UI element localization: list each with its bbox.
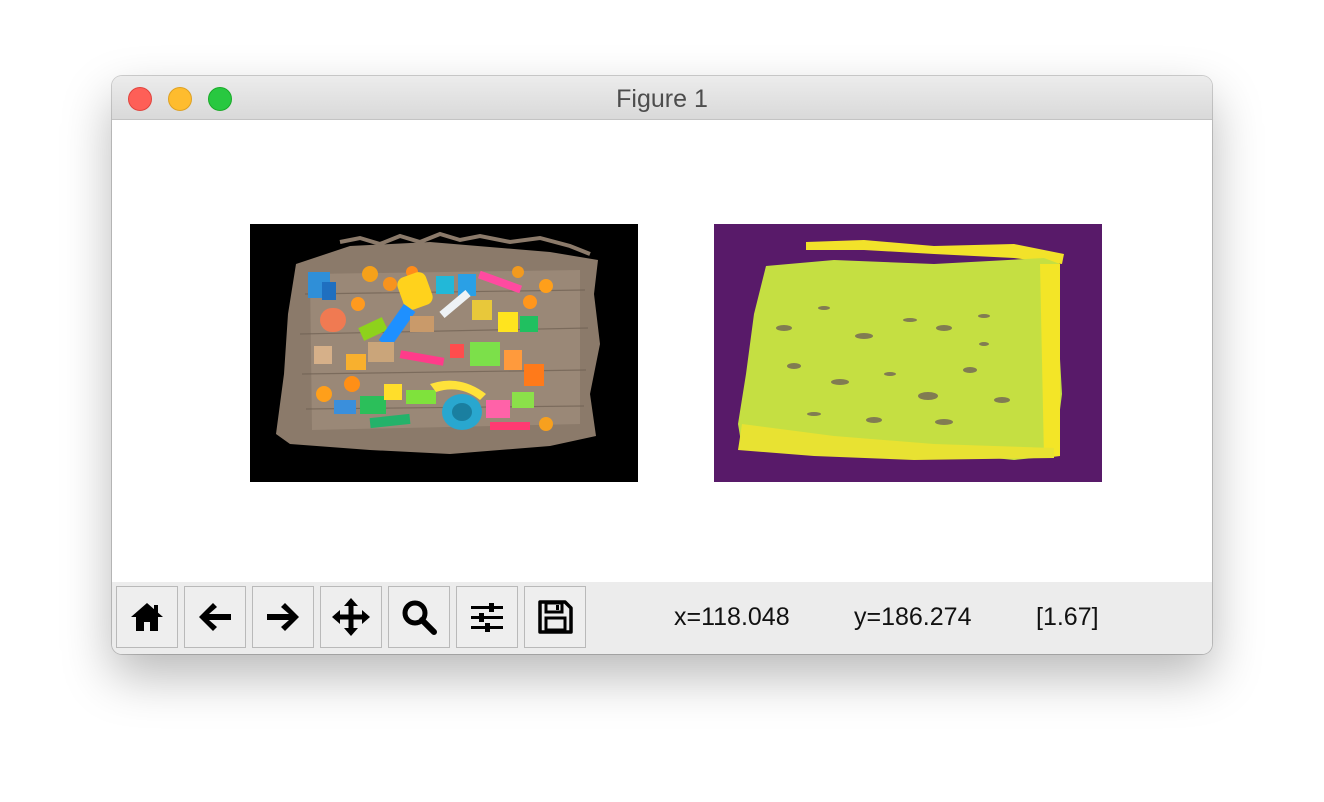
close-button[interactable] xyxy=(128,87,152,111)
title-bar[interactable]: Figure 1 xyxy=(112,76,1212,120)
magnifier-icon xyxy=(402,600,437,635)
save-button[interactable] xyxy=(524,586,586,648)
figure-window: Figure 1 x=118.048 y=186.274 [1.67] xyxy=(112,76,1212,654)
back-button[interactable] xyxy=(184,586,246,648)
home-button[interactable] xyxy=(116,586,178,648)
y-coordinate-readout: y=186.274 xyxy=(854,603,972,631)
forward-button[interactable] xyxy=(252,586,314,648)
depth-image xyxy=(714,224,1102,482)
figure-canvas[interactable] xyxy=(112,120,1212,582)
floppy-disk-icon xyxy=(538,600,573,634)
navigation-toolbar: x=118.048 y=186.274 [1.67] xyxy=(112,582,1212,654)
x-coordinate-readout: x=118.048 xyxy=(674,603,790,631)
move-arrows-icon xyxy=(332,598,370,636)
fullscreen-button[interactable] xyxy=(208,87,232,111)
depth-image-axes[interactable] xyxy=(714,224,1102,482)
rgb-image xyxy=(250,224,638,482)
arrow-right-icon xyxy=(267,603,299,631)
minimize-button[interactable] xyxy=(168,87,192,111)
configure-subplots-button[interactable] xyxy=(456,586,518,648)
home-icon xyxy=(131,603,163,631)
pan-button[interactable] xyxy=(320,586,382,648)
zoom-button[interactable] xyxy=(388,586,450,648)
sliders-icon xyxy=(471,603,503,632)
arrow-left-icon xyxy=(199,603,231,631)
rgb-image-axes[interactable] xyxy=(250,224,638,482)
pixel-value-readout: [1.67] xyxy=(1036,603,1099,631)
window-title: Figure 1 xyxy=(616,85,708,113)
